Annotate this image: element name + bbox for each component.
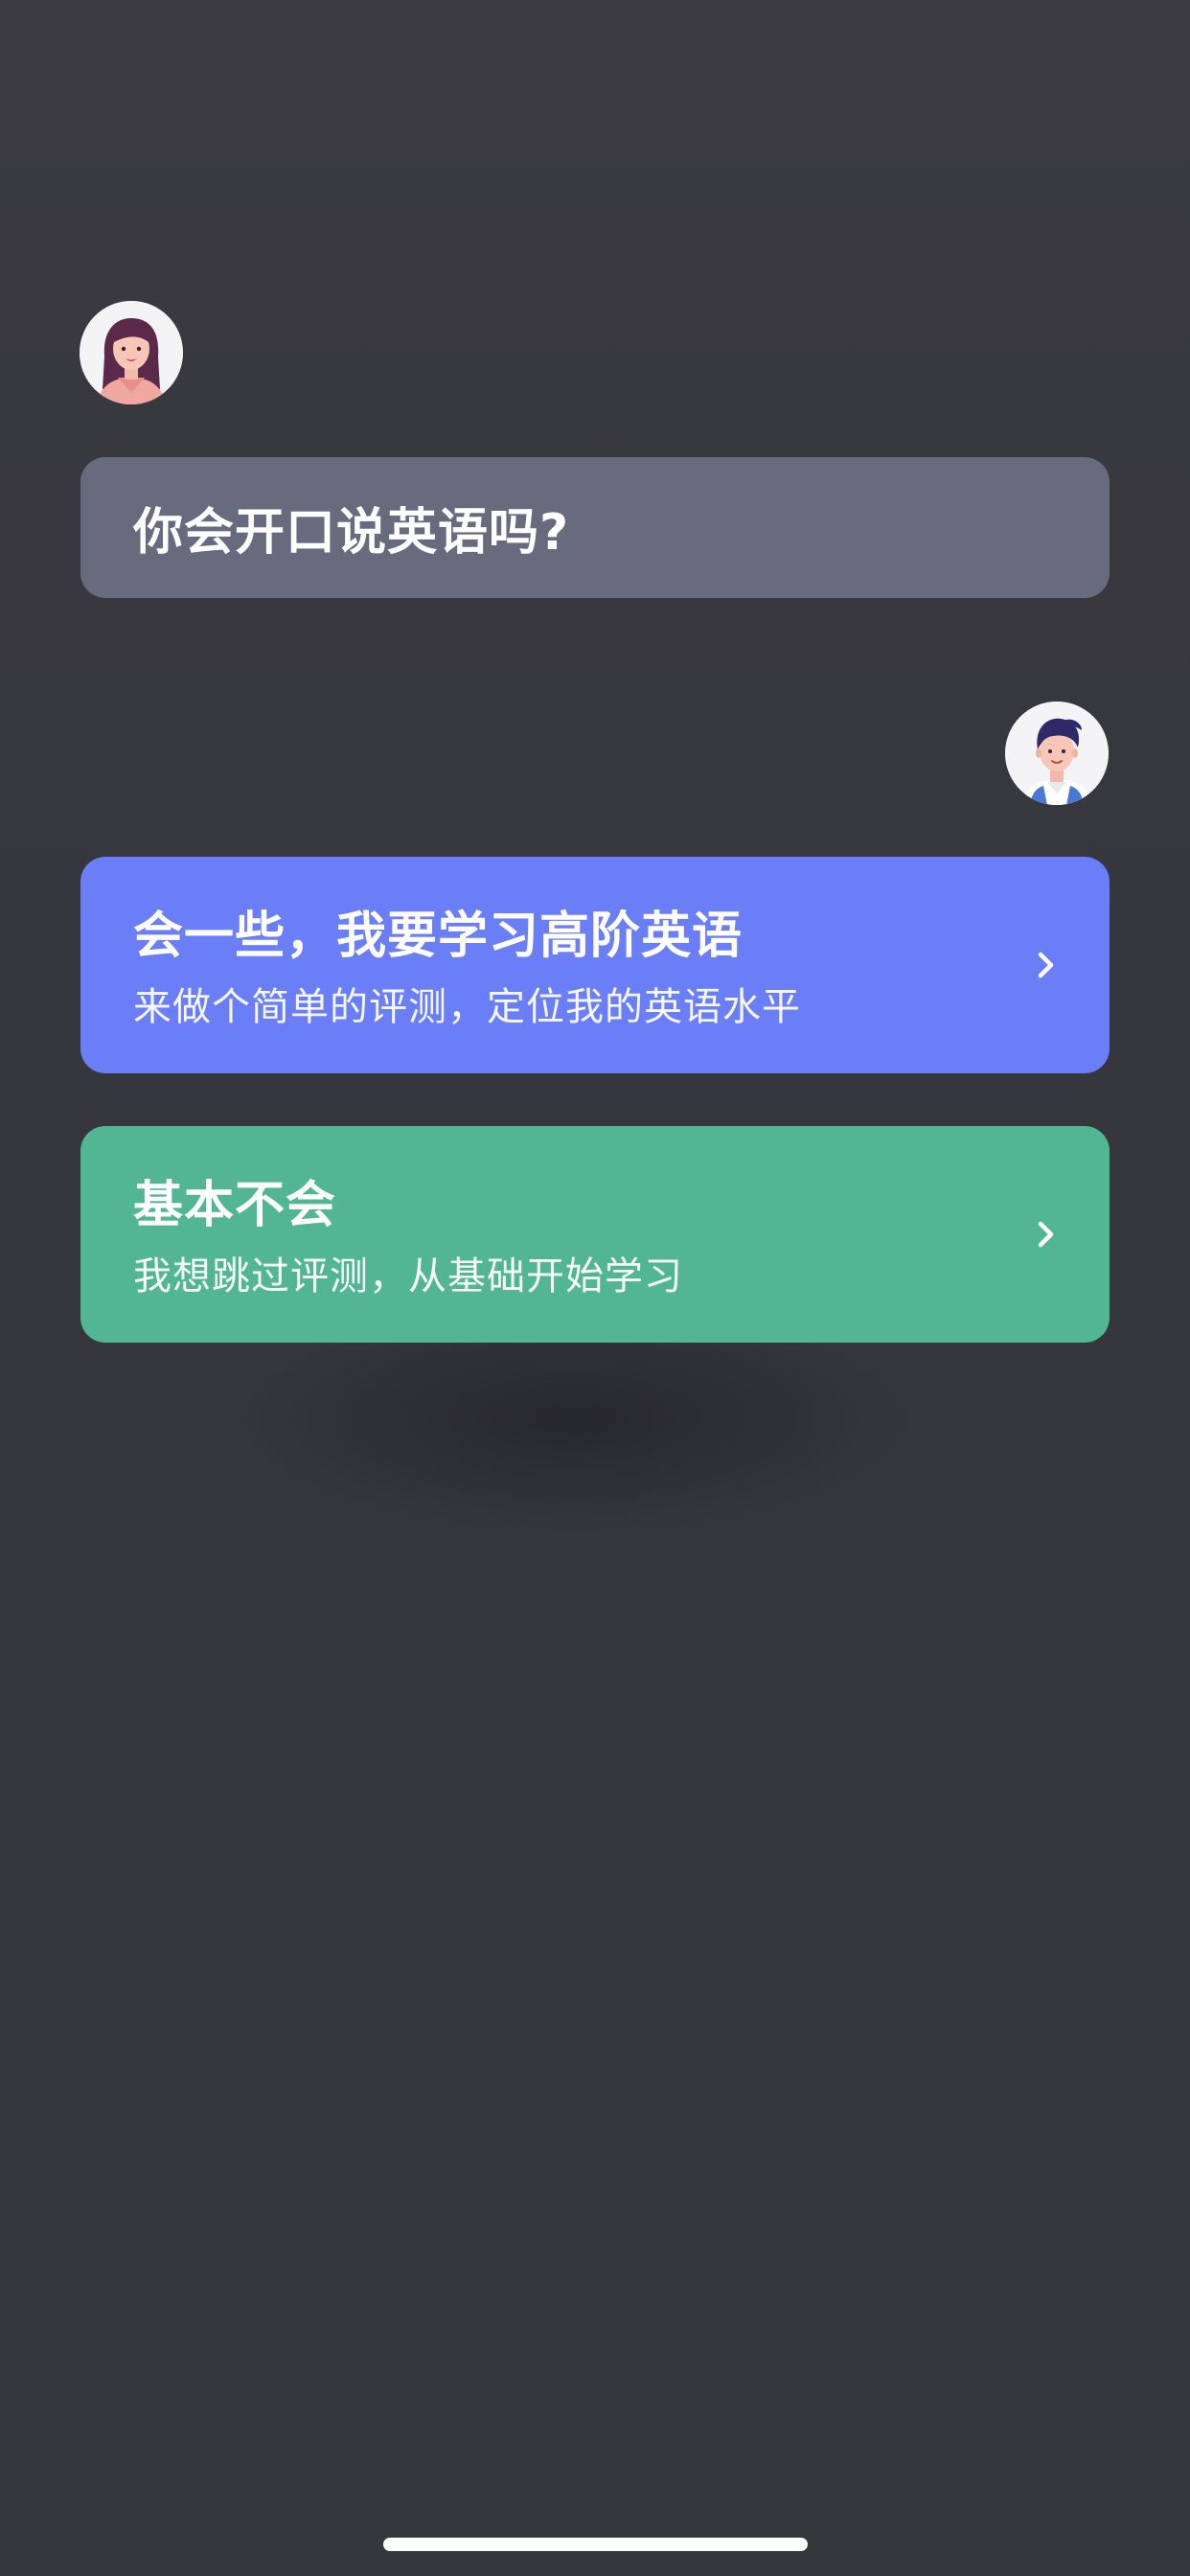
tutor-avatar [80,301,183,404]
option-advanced-english[interactable]: 会一些，我要学习高阶英语 来做个简单的评测，定位我的英语水平 [80,857,1110,1073]
question-text: 你会开口说英语吗? [133,504,570,562]
option-subtitle: 来做个简单的评测，定位我的英语水平 [133,985,801,1029]
chevron-right-icon [1027,947,1064,983]
option-subtitle: 我想跳过评测，从基础开始学习 [133,1254,683,1299]
option-title: 会一些，我要学习高阶英语 [133,908,744,965]
question-bubble: 你会开口说英语吗? [80,457,1110,598]
male-avatar-icon [1005,702,1109,805]
option-beginner[interactable]: 基本不会 我想跳过评测，从基础开始学习 [80,1126,1110,1343]
chevron-right-icon [1027,1216,1064,1253]
female-avatar-icon [80,301,183,404]
option-title: 基本不会 [133,1177,337,1234]
user-avatar [1005,702,1109,805]
screen: 你会开口说英语吗? 会一些，我要学习高阶英语 来做个简单的评测，定位我的英语水平… [0,0,1190,2576]
home-indicator[interactable] [383,2538,808,2551]
